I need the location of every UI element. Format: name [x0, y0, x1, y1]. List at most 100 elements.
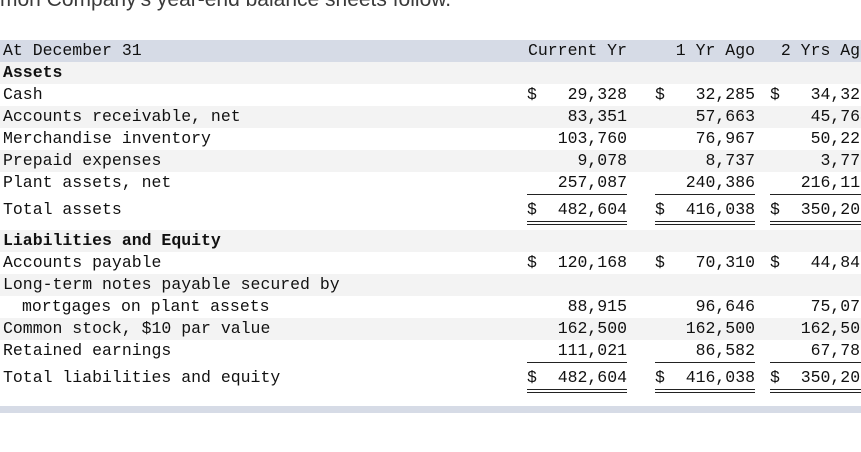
- table-row: Liabilities and Equity: [0, 230, 861, 252]
- value-text: 3,775: [820, 151, 861, 170]
- value-text: 162,500: [685, 319, 755, 338]
- currency-symbol: $: [527, 368, 537, 387]
- value-cell: 45,764: [770, 106, 861, 128]
- currency-symbol: $: [527, 200, 537, 219]
- value-text: 75,072: [810, 297, 861, 316]
- currency-symbol: $: [655, 85, 665, 104]
- row-label: Liabilities and Equity: [3, 231, 221, 250]
- row-label: Common stock, $10 par value: [3, 319, 271, 338]
- table-row: Common stock, $10 par value 162,500 162,50…: [0, 318, 861, 340]
- value-cell: 3,775: [770, 150, 861, 172]
- value-text: 416,038: [685, 368, 755, 387]
- value-text: 86,582: [695, 341, 755, 360]
- currency-symbol: $: [770, 85, 780, 104]
- value-cell: $416,038: [655, 199, 755, 225]
- value-text: 45,764: [810, 107, 861, 126]
- row-label: Cash: [3, 85, 43, 104]
- value-cell: $34,323: [770, 84, 861, 106]
- value-text: 416,038: [685, 200, 755, 219]
- currency-symbol: $: [770, 368, 780, 387]
- value-text: 8,737: [705, 151, 755, 170]
- value-text: 482,604: [557, 368, 627, 387]
- table-bottom-bar: [0, 406, 861, 413]
- row-label: Accounts payable: [3, 253, 162, 272]
- value-cell: 162,500: [527, 318, 627, 340]
- value-cell: 50,226: [770, 128, 861, 150]
- value-cell: 8,737: [655, 150, 755, 172]
- currency-symbol: $: [527, 85, 537, 104]
- value-cell: 75,072: [770, 296, 861, 318]
- table-row: mortgages on plant assets 88,915 96,646 75,…: [0, 296, 861, 318]
- value-text: 240,386: [685, 173, 755, 192]
- value-text: 257,087: [557, 173, 627, 192]
- header-2-yrs-ago: 2 Yrs Ago: [780, 41, 861, 60]
- row-label: Total assets: [3, 200, 122, 219]
- row-label: Prepaid expenses: [3, 151, 162, 170]
- table-row: Accounts receivable, net 83,351 57,663 45,7…: [0, 106, 861, 128]
- value-text: 9,078: [577, 151, 627, 170]
- value-cell: [655, 274, 755, 296]
- value-cell: [655, 230, 755, 252]
- value-cell: 257,087: [527, 172, 627, 195]
- value-text: 83,351: [567, 107, 627, 126]
- value-cell: 9,078: [527, 150, 627, 172]
- value-cell: [770, 274, 861, 296]
- value-cell: [655, 62, 755, 84]
- value-text: 32,285: [695, 85, 755, 104]
- value-text: 44,840: [810, 253, 861, 272]
- table-row: Accounts payable $120,168 $70,310$44,840: [0, 252, 861, 274]
- table-row: Total assets$482,604$416,038$350,200: [0, 199, 861, 225]
- value-cell: $120,168: [527, 252, 627, 274]
- row-label: Plant assets, net: [3, 173, 172, 192]
- value-text: 216,112: [800, 173, 861, 192]
- header-1-yr-ago: 1 Yr Ago: [675, 41, 755, 60]
- value-text: 103,760: [557, 129, 627, 148]
- value-text: 76,967: [695, 129, 755, 148]
- table-row: Retained earnings 111,021 86,582 67,788: [0, 340, 861, 363]
- value-cell: $29,328: [527, 84, 627, 106]
- value-cell: $350,200: [770, 199, 861, 225]
- value-cell: 57,663: [655, 106, 755, 128]
- value-cell: 88,915: [527, 296, 627, 318]
- value-text: 67,788: [810, 341, 861, 360]
- table-header-row: At December 31 Current Yr 1 Yr Ago 2 Yrs…: [0, 40, 861, 62]
- value-text: 162,500: [800, 319, 861, 338]
- value-cell: 67,788: [770, 340, 861, 363]
- value-cell: $482,604: [527, 199, 627, 225]
- table-row: Prepaid expenses 9,078 8,737 3,775: [0, 150, 861, 172]
- value-cell: $416,038: [655, 367, 755, 393]
- value-cell: $70,310: [655, 252, 755, 274]
- value-text: 57,663: [695, 107, 755, 126]
- row-label: mortgages on plant assets: [22, 297, 270, 316]
- currency-symbol: $: [770, 200, 780, 219]
- value-text: 50,226: [810, 129, 861, 148]
- value-cell: 96,646: [655, 296, 755, 318]
- intro-text: mon Company's year-end balance sheets fo…: [0, 0, 861, 12]
- table-row: Plant assets, net 257,087 240,386 216,112: [0, 172, 861, 195]
- value-text: 350,200: [800, 200, 861, 219]
- row-label: Long-term notes payable secured by: [3, 275, 340, 294]
- value-text: 162,500: [557, 319, 627, 338]
- value-cell: 83,351: [527, 106, 627, 128]
- currency-symbol: $: [655, 200, 665, 219]
- currency-symbol: $: [655, 368, 665, 387]
- value-cell: [527, 274, 627, 296]
- value-cell: 86,582: [655, 340, 755, 363]
- value-text: 120,168: [557, 253, 627, 272]
- value-text: 29,328: [567, 85, 627, 104]
- value-text: 34,323: [810, 85, 861, 104]
- value-cell: $350,200: [770, 367, 861, 393]
- value-cell: [527, 62, 627, 84]
- value-cell: 76,967: [655, 128, 755, 150]
- value-cell: 162,500: [655, 318, 755, 340]
- value-cell: 240,386: [655, 172, 755, 195]
- currency-symbol: $: [655, 253, 665, 272]
- table-row: Total liabilities and equity $482,604 $416…: [0, 367, 861, 393]
- value-cell: 103,760: [527, 128, 627, 150]
- value-text: 111,021: [557, 341, 627, 360]
- value-text: 96,646: [695, 297, 755, 316]
- value-cell: 111,021: [527, 340, 627, 363]
- value-cell: $482,604: [527, 367, 627, 393]
- table-row: Cash$29,328$32,285$34,323: [0, 84, 861, 106]
- value-cell: [770, 230, 861, 252]
